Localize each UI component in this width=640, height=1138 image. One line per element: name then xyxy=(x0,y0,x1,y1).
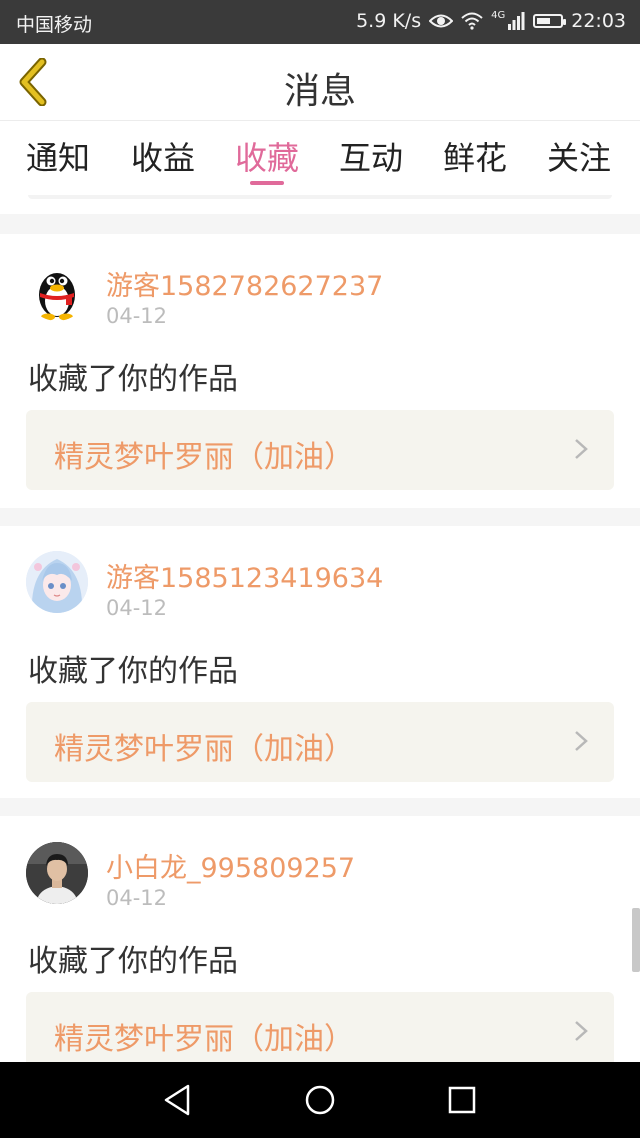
message-date: 04-12 xyxy=(106,886,168,910)
action-text: 收藏了你的作品 xyxy=(28,654,238,689)
username[interactable]: 小白龙_995809257 xyxy=(106,846,355,885)
tab-favorites-label: 收藏 xyxy=(235,139,300,177)
tab-favorites[interactable]: 收藏 xyxy=(235,133,300,185)
signal-icon xyxy=(508,12,525,30)
recents-square-icon[interactable] xyxy=(442,1080,482,1120)
action-text: 收藏了你的作品 xyxy=(28,362,238,397)
tab-follows[interactable]: 关注 xyxy=(547,133,611,179)
chevron-right-icon xyxy=(575,1021,588,1041)
username[interactable]: 游客1582782627237 xyxy=(106,264,383,303)
work-link[interactable]: 精灵梦叶罗丽（加油） xyxy=(26,992,614,1072)
message-card: 游客1582782627237 04-12 收藏了你的作品 精灵梦叶罗丽（加油） xyxy=(0,234,640,508)
active-tab-indicator xyxy=(250,181,284,185)
section-divider xyxy=(0,214,640,234)
clock: 22:03 xyxy=(571,10,626,32)
network-type: 4G xyxy=(491,10,506,21)
battery-icon xyxy=(533,14,567,28)
anime-girl-avatar[interactable] xyxy=(26,551,88,613)
status-icons: 5.9 K/s 4G 22:03 xyxy=(356,10,626,32)
tab-flowers[interactable]: 鲜花 xyxy=(443,133,507,179)
scrollbar[interactable] xyxy=(632,908,640,972)
tab-notifications[interactable]: 通知 xyxy=(26,133,90,179)
tab-divider xyxy=(28,195,612,199)
tab-interactions[interactable]: 互动 xyxy=(339,133,403,179)
chevron-right-icon xyxy=(575,731,588,751)
section-divider xyxy=(0,508,640,526)
chevron-right-icon xyxy=(575,439,588,459)
work-title: 精灵梦叶罗丽（加油） xyxy=(54,440,354,475)
message-date: 04-12 xyxy=(106,596,168,620)
message-date: 04-12 xyxy=(106,304,168,328)
work-link[interactable]: 精灵梦叶罗丽（加油） xyxy=(26,410,614,490)
action-text: 收藏了你的作品 xyxy=(28,944,238,979)
username[interactable]: 游客1585123419634 xyxy=(106,556,383,595)
work-title: 精灵梦叶罗丽（加油） xyxy=(54,732,354,767)
status-bar: 中国移动 5.9 K/s 4G 22:03 xyxy=(0,0,640,44)
section-divider xyxy=(0,798,640,816)
message-card: 小白龙_995809257 04-12 收藏了你的作品 精灵梦叶罗丽（加油） xyxy=(0,816,640,1072)
work-link[interactable]: 精灵梦叶罗丽（加油） xyxy=(26,702,614,782)
work-title: 精灵梦叶罗丽（加油） xyxy=(54,1022,354,1057)
carrier-name: 中国移动 xyxy=(16,14,93,36)
back-triangle-icon[interactable] xyxy=(158,1080,198,1120)
wifi-icon xyxy=(461,12,483,30)
home-circle-icon[interactable] xyxy=(300,1080,340,1120)
tab-earnings[interactable]: 收益 xyxy=(131,133,195,179)
header: 消息 xyxy=(0,44,640,120)
man-portrait-avatar[interactable] xyxy=(26,842,88,904)
network-speed: 5.9 K/s xyxy=(356,10,422,32)
page-title: 消息 xyxy=(283,71,356,112)
qq-penguin-icon[interactable] xyxy=(26,259,88,321)
eye-icon xyxy=(429,14,454,28)
message-card: 游客1585123419634 04-12 收藏了你的作品 精灵梦叶罗丽（加油） xyxy=(0,526,640,798)
system-nav-bar xyxy=(0,1062,640,1138)
tab-bar: 通知 收益 收藏 互动 鲜花 关注 xyxy=(0,120,640,199)
